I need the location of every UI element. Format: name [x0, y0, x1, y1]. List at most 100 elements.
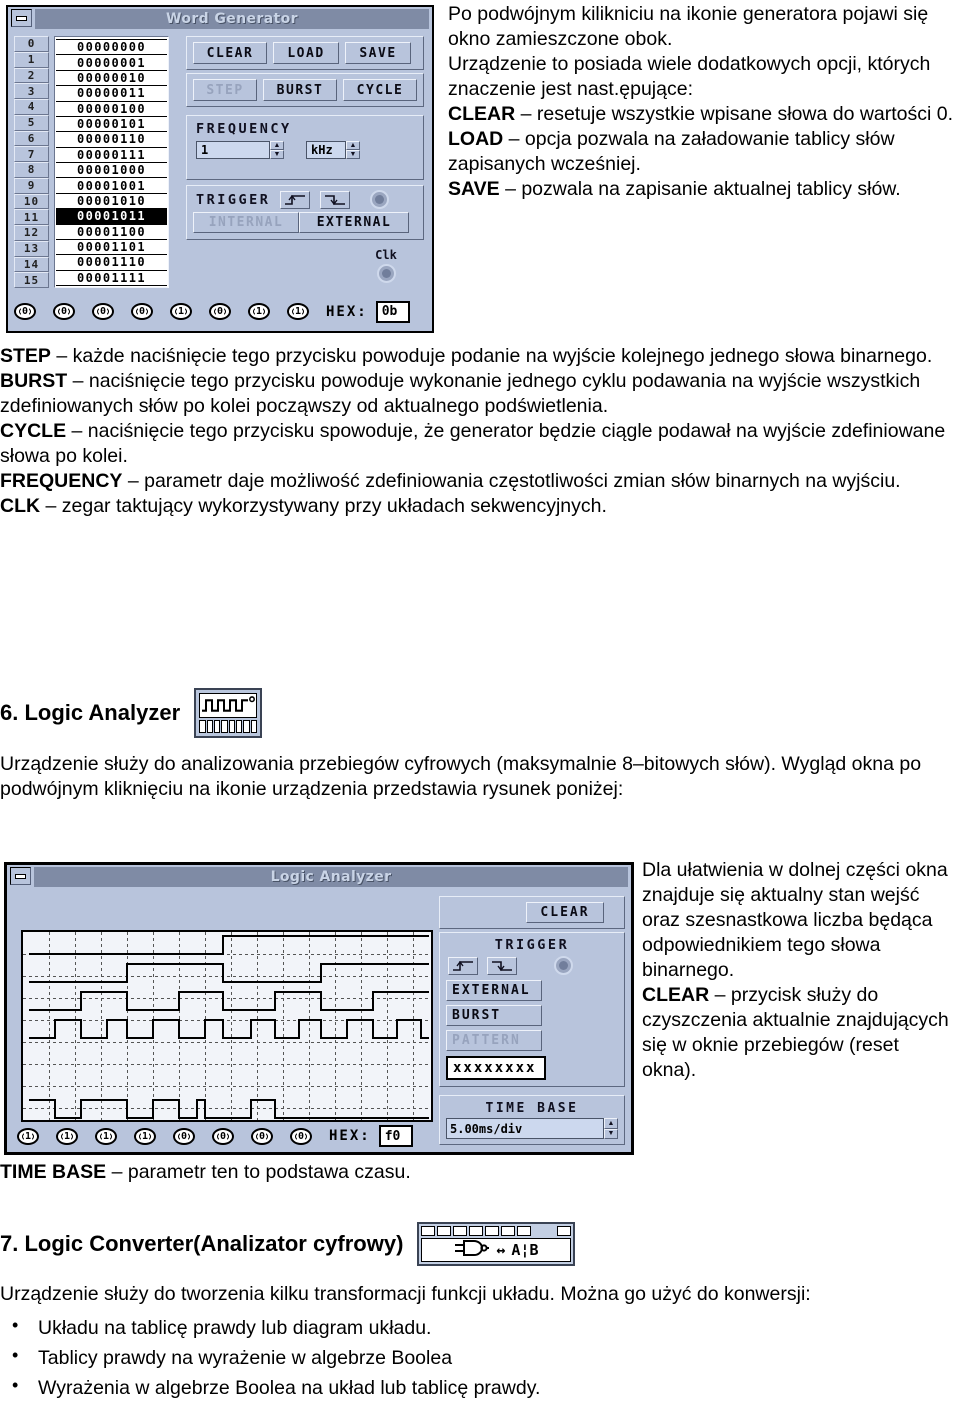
logic-analyzer-icon — [194, 688, 263, 738]
bit-indicator[interactable]: 0 — [251, 1127, 273, 1145]
word-generator-body: 0 1 2 3 4 5 6 7 8 9 10 11 12 13 14 15 00… — [8, 30, 432, 333]
word-index[interactable]: 1 — [14, 51, 49, 68]
frequency-spin-arrows[interactable]: ▲ ▼ — [270, 141, 284, 159]
burst-definition: BURST – naciśnięcie tego przycisku powod… — [0, 369, 952, 419]
word-row[interactable]: 00000101 — [56, 115, 167, 133]
time-base-spin-arrows[interactable]: ▲ ▼ — [604, 1118, 618, 1139]
rising-edge-icon[interactable] — [448, 956, 478, 975]
load-description: – opcja pozwala na załadowanie tablicy s… — [448, 128, 895, 176]
external-button[interactable]: EXTERNAL — [446, 980, 542, 1001]
frequency-unit-stepper[interactable]: kHz ▲ ▼ — [306, 141, 360, 159]
pattern-input[interactable]: xxxxxxxx — [446, 1056, 546, 1080]
bit-indicator[interactable]: 0 — [92, 303, 114, 320]
word-row[interactable]: 00001111 — [56, 269, 167, 286]
step-button[interactable]: STEP — [193, 79, 257, 101]
load-button[interactable]: LOAD — [273, 42, 339, 64]
section-7-body: Urządzenie służy do tworzenia kilku tran… — [0, 1282, 952, 1404]
waveform-display[interactable] — [21, 930, 433, 1122]
trigger-label: TRIGGER — [196, 191, 271, 208]
spin-up-icon[interactable]: ▲ — [346, 141, 360, 150]
word-row[interactable]: 00001100 — [56, 223, 167, 240]
burst-button[interactable]: BURST — [263, 79, 337, 101]
bit-indicator[interactable]: 0 — [290, 1127, 312, 1145]
word-index[interactable]: 2 — [14, 67, 49, 84]
time-base-stepper[interactable]: 5.00ms/div ▲ ▼ — [446, 1118, 618, 1139]
frequency-stepper[interactable]: 1 ▲ ▼ — [196, 141, 284, 159]
bit-value: 1 — [176, 306, 186, 317]
word-index[interactable]: 14 — [14, 256, 49, 273]
word-index[interactable]: 9 — [14, 177, 49, 194]
logic-converter-icon: ↔ A¦B — [417, 1222, 576, 1266]
spin-down-icon[interactable]: ▼ — [604, 1128, 618, 1139]
bit-indicator[interactable]: 0 — [14, 303, 36, 320]
falling-edge-icon[interactable] — [487, 956, 517, 975]
word-row[interactable]: 00001001 — [56, 177, 167, 194]
section-6: 6. Logic Analyzer Urządzenie służy do an… — [0, 688, 952, 802]
bit-indicator[interactable]: 1 — [56, 1127, 78, 1145]
word-index[interactable]: 13 — [14, 240, 49, 257]
word-index[interactable]: 15 — [14, 272, 49, 288]
trigger-group: TRIGGER EXTERNAL BURST PATTERN xxxxxxxx — [439, 932, 625, 1087]
bit-indicator[interactable]: 0 — [173, 1127, 195, 1145]
word-row-selected[interactable]: 00001011 — [56, 208, 167, 225]
word-row[interactable]: 00000110 — [56, 131, 167, 148]
word-row[interactable]: 00001000 — [56, 162, 167, 179]
time-base-value[interactable]: 5.00ms/div — [446, 1118, 604, 1139]
unit-spin-arrows[interactable]: ▲ ▼ — [346, 141, 360, 159]
word-index[interactable]: 8 — [14, 162, 49, 178]
frequency-value[interactable]: 1 — [196, 141, 270, 159]
word-row[interactable]: 00001110 — [56, 254, 167, 271]
spin-up-icon[interactable]: ▲ — [604, 1118, 618, 1129]
minimize-icon[interactable] — [11, 9, 32, 27]
word-index[interactable]: 12 — [14, 225, 49, 241]
word-index[interactable]: 10 — [14, 193, 49, 210]
word-row[interactable]: 00000100 — [56, 100, 167, 117]
bit-indicator[interactable]: 0 — [212, 1127, 234, 1145]
frequency-group: FREQUENCY 1 ▲ ▼ kHz ▲ ▼ — [186, 115, 424, 180]
cycle-button[interactable]: CYCLE — [343, 79, 417, 101]
external-button[interactable]: EXTERNAL — [299, 212, 409, 233]
word-row[interactable]: 00000011 — [56, 85, 167, 102]
bit-indicator[interactable]: 1 — [248, 303, 270, 320]
pattern-button[interactable]: PATTERN — [446, 1030, 542, 1051]
word-index[interactable]: 7 — [14, 146, 49, 162]
internal-button[interactable]: INTERNAL — [193, 212, 299, 233]
bit-indicator[interactable]: 1 — [287, 303, 309, 320]
frequency-unit[interactable]: kHz — [306, 141, 346, 159]
step-definition: STEP – każde naciśnięcie tego przycisku … — [0, 344, 952, 369]
bit-indicator[interactable]: 1 — [170, 303, 192, 320]
spin-up-icon[interactable]: ▲ — [270, 141, 284, 150]
word-index[interactable]: 0 — [14, 36, 49, 52]
word-row[interactable]: 00000010 — [56, 69, 167, 87]
word-row[interactable]: 00001101 — [56, 238, 167, 256]
section-7-heading-row: 7. Logic Converter(Analizator cyfrowy) ↔… — [0, 1222, 952, 1266]
save-button[interactable]: SAVE — [345, 42, 411, 64]
bit-indicator[interactable]: 0 — [53, 303, 75, 320]
word-index[interactable]: 11 — [14, 209, 49, 225]
logic-analyzer-text-column: Dla ułatwienia w dolnej części okna znaj… — [642, 858, 956, 1083]
burst-button[interactable]: BURST — [446, 1005, 542, 1026]
falling-edge-icon[interactable] — [320, 190, 351, 209]
rising-edge-icon[interactable] — [280, 190, 311, 209]
word-row[interactable]: 00000111 — [56, 146, 167, 163]
bit-indicator[interactable]: 0 — [209, 303, 231, 320]
bit-indicator[interactable]: 0 — [131, 303, 153, 320]
word-row[interactable]: 00000000 — [56, 39, 167, 56]
spin-down-icon[interactable]: ▼ — [270, 150, 284, 159]
la-paragraph-1: Dla ułatwienia w dolnej części okna znaj… — [642, 859, 948, 982]
bit-indicator[interactable]: 1 — [134, 1127, 156, 1145]
word-index[interactable]: 3 — [14, 83, 49, 99]
time-base-description: – parametr ten to podstawa czasu. — [106, 1161, 411, 1183]
word-row[interactable]: 00000001 — [56, 54, 167, 71]
spin-down-icon[interactable]: ▼ — [346, 150, 360, 159]
word-index[interactable]: 4 — [14, 99, 49, 115]
word-index[interactable]: 5 — [14, 114, 49, 131]
bit-indicator[interactable]: 1 — [95, 1127, 117, 1145]
minimize-icon[interactable] — [10, 867, 31, 885]
bit-indicator[interactable]: 1 — [17, 1127, 39, 1145]
clear-button[interactable]: CLEAR — [526, 902, 604, 923]
word-row[interactable]: 00001010 — [56, 192, 167, 210]
word-index[interactable]: 6 — [14, 130, 49, 147]
clear-button[interactable]: CLEAR — [193, 42, 267, 64]
word-list[interactable]: 0 1 2 3 4 5 6 7 8 9 10 11 12 13 14 15 00… — [14, 36, 169, 288]
